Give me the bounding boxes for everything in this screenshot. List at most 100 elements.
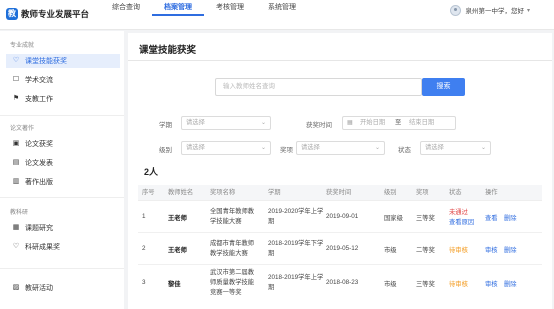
award-select-value: 请选择	[301, 144, 320, 151]
row-prize: 三等奖	[416, 281, 435, 288]
row-date: 2019-05-12	[326, 245, 359, 252]
table-row: 3 黎佳 武汉市第二届教 师质量教学技能 竞赛一等奖 2018-2019学年上学…	[138, 265, 542, 301]
end-date-input[interactable]: 结束日期	[409, 117, 434, 129]
sidebar-item-book-publish[interactable]: ▥ 著作出版	[6, 175, 120, 189]
delete-button[interactable]: 删除	[504, 213, 517, 222]
row-status: 未通过	[449, 209, 468, 216]
app-logo-icon: 教	[6, 8, 18, 20]
sidebar-item-teaching-research[interactable]: ▨ 教研活动	[6, 281, 120, 295]
chevron-down-icon: ▾	[526, 7, 530, 14]
delete-button[interactable]: 删除	[504, 279, 517, 288]
col-header-status: 状态	[449, 189, 462, 196]
row-level: 市级	[384, 281, 397, 288]
calendar-icon: ▦	[347, 120, 353, 126]
level-select-value: 请选择	[186, 144, 205, 151]
sidebar-item-research-award[interactable]: ♡ 科研成果奖	[6, 240, 120, 254]
sidebar-divider	[0, 268, 124, 269]
sidebar-item-label: 课题研究	[25, 225, 53, 232]
sidebar-item-academic-exchange[interactable]: ☐ 学术交流	[6, 73, 120, 87]
col-header-date: 获奖时间	[326, 189, 352, 196]
sidebar-item-support-teaching[interactable]: ⚑ 支教工作	[6, 92, 120, 106]
col-header-no: 序号	[142, 189, 155, 196]
top-header: 教 教师专业发展平台 综合查询 档案管理 考核管理 系统管理 泉州第一中学，您好…	[0, 0, 554, 30]
title-divider	[128, 60, 552, 61]
trophy-icon: ♡	[12, 57, 20, 64]
user-menu[interactable]: 泉州第一中学，您好 ▾	[450, 4, 530, 16]
sidebar-item-classroom-award[interactable]: ♡ 课堂技能获奖	[6, 54, 120, 68]
sidebar-group-achievement: 专业成就	[10, 43, 35, 49]
delete-button[interactable]: 删除	[504, 245, 517, 254]
sidebar-item-paper-publish[interactable]: ▤ 论文发表	[6, 156, 120, 170]
table-row: 1 王老师 全国青年教师教 学技能大赛 2019-2020学年上学期 2019-…	[138, 201, 542, 233]
user-avatar-icon	[450, 4, 462, 16]
review-button[interactable]: 审核	[485, 279, 498, 288]
table-row: 2 王老师 成都市青年教师 教学技能大赛 2018-2019学年下学期 2019…	[138, 233, 542, 265]
nav-tab-assessment[interactable]: 考核管理	[204, 0, 256, 30]
chevron-down-icon: ⌄	[260, 120, 266, 126]
status-select[interactable]: 请选择 ⌄	[420, 141, 491, 155]
nav-tab-archive[interactable]: 档案管理	[152, 0, 204, 16]
page-title: 课堂技能获奖	[139, 45, 197, 56]
app-title: 教师专业发展平台	[21, 9, 90, 19]
chat-icon: ☐	[12, 76, 20, 83]
sidebar-item-label: 论文发表	[25, 160, 53, 167]
main-panel: 课堂技能获奖 输入教师姓名查询 搜索 学期 请选择 ⌄ 获奖时间 ▦ 开始日期 …	[128, 33, 552, 309]
sidebar-item-label: 学术交流	[25, 77, 53, 84]
sidebar-item-label: 科研成果奖	[25, 244, 60, 251]
nav-tab-system[interactable]: 系统管理	[256, 0, 308, 30]
row-term: 2019-2020学年上学期	[268, 208, 324, 225]
row-term: 2018-2019学年下学期	[268, 240, 324, 257]
calendar-icon: ▨	[12, 284, 20, 291]
view-button[interactable]: 查看	[485, 213, 498, 222]
nav-tab-overview[interactable]: 综合查询	[100, 0, 152, 30]
review-button[interactable]: 审核	[485, 245, 498, 254]
research-icon: ▦	[12, 224, 20, 231]
top-nav: 综合查询 档案管理 考核管理 系统管理	[100, 0, 308, 30]
document-icon: ▤	[12, 159, 20, 166]
award-icon: ▣	[12, 140, 20, 147]
col-header-level: 级别	[384, 189, 397, 196]
time-filter-label: 获奖时间	[306, 122, 332, 129]
row-level: 国家级	[384, 215, 403, 222]
sidebar-item-label: 教研活动	[25, 285, 53, 292]
term-filter-label: 学期	[159, 122, 172, 129]
status-select-value: 请选择	[425, 144, 444, 151]
date-separator: 至	[395, 119, 402, 126]
row-status: 待审核	[449, 247, 468, 254]
sidebar-group-papers: 论文著作	[10, 126, 35, 132]
sidebar-item-research-topic[interactable]: ▦ 课题研究	[6, 221, 120, 235]
row-level: 市级	[384, 247, 397, 254]
status-filter-label: 状态	[398, 147, 411, 154]
row-teacher-name: 王老师	[168, 247, 187, 254]
teacher-search-input[interactable]: 输入教师姓名查询	[215, 78, 422, 96]
sidebar-item-paper-award[interactable]: ▣ 论文获奖	[6, 137, 120, 151]
row-award-name: 全国青年教师教 学技能大赛	[210, 208, 255, 225]
row-no: 3	[142, 279, 146, 286]
col-header-name: 教师姓名	[168, 189, 194, 196]
sidebar-item-label: 支教工作	[25, 96, 53, 103]
row-award-name: 武汉市第二届教 师质量教学技能 竞赛一等奖	[210, 269, 255, 296]
award-select[interactable]: 请选择 ⌄	[296, 141, 385, 155]
row-no: 1	[142, 213, 146, 220]
chevron-down-icon: ⌄	[480, 145, 486, 151]
term-select[interactable]: 请选择 ⌄	[181, 116, 271, 130]
start-date-input[interactable]: 开始日期	[360, 117, 385, 129]
sidebar-item-label: 课堂技能获奖	[25, 58, 67, 65]
result-count: 2人	[144, 167, 159, 177]
sidebar-item-label: 论文获奖	[25, 141, 53, 148]
date-range-picker[interactable]: ▦ 开始日期 至 结束日期	[342, 116, 456, 130]
level-select[interactable]: 请选择 ⌄	[181, 141, 271, 155]
view-reason-link[interactable]: 查看原因	[449, 217, 474, 226]
row-prize: 二等奖	[416, 247, 435, 254]
col-header-actions: 操作	[485, 189, 498, 196]
row-prize: 三等奖	[416, 215, 435, 222]
sidebar-divider	[0, 197, 124, 198]
row-date: 2018-08-23	[326, 279, 359, 286]
search-button[interactable]: 搜索	[422, 78, 465, 96]
chevron-down-icon: ⌄	[260, 145, 266, 151]
col-header-term: 学期	[268, 189, 281, 196]
user-greeting: 泉州第一中学，您好	[465, 8, 524, 15]
col-header-award-name: 奖项名称	[210, 189, 236, 196]
sidebar-divider	[0, 115, 124, 116]
row-teacher-name: 王老师	[168, 215, 187, 222]
